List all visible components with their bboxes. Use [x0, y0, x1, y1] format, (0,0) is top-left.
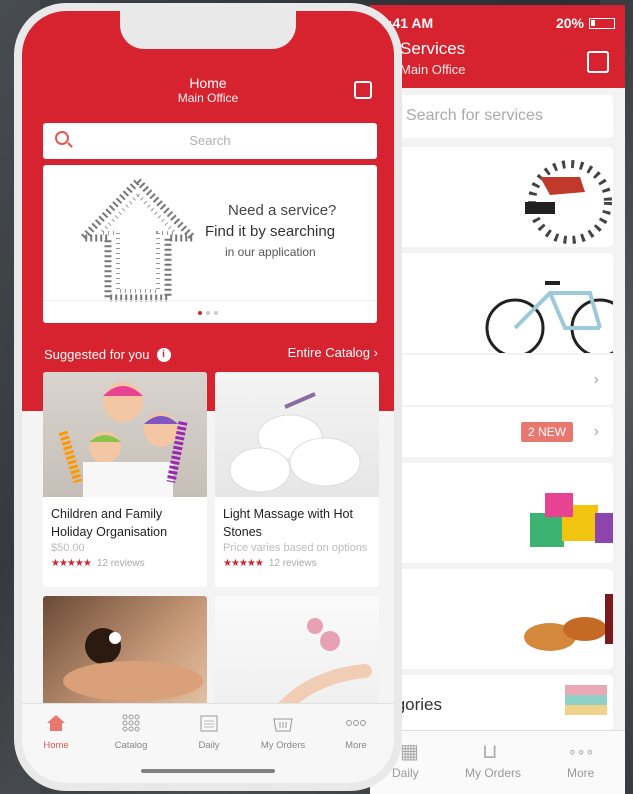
back-subtitle: Main Office [400, 62, 466, 77]
stars-icon: ★★★★★ [51, 558, 92, 569]
more-icon [326, 714, 386, 734]
category-row-1[interactable]: › [390, 355, 613, 405]
review-count: 12 reviews [268, 558, 317, 569]
front-phone: Home Main Office Search Need a service? … [14, 3, 402, 791]
contacts-icon[interactable] [354, 81, 372, 99]
contacts-icon[interactable] [587, 51, 609, 73]
page-subtitle[interactable]: Main Office [22, 91, 394, 105]
service-card[interactable]: Light Massage with Hot Stones Price vari… [215, 372, 379, 587]
front-screen: Home Main Office Search Need a service? … [22, 11, 394, 783]
chevron-right-icon: › [593, 423, 599, 440]
stars-icon: ★★★★★ [223, 558, 264, 569]
category-card-beauty[interactable] [390, 147, 613, 247]
banner-line3: in our application [225, 245, 316, 259]
back-tab-daily[interactable]: Daily [392, 766, 419, 780]
category-card-gifts[interactable] [390, 463, 615, 563]
manicure-image [215, 596, 379, 711]
page-title: Home [189, 75, 227, 91]
suggested-label: Suggested for you [44, 347, 150, 362]
bicycle-image [485, 281, 625, 358]
back-tab-more[interactable]: More [567, 766, 594, 780]
tab-bar: Home Catalog Daily My Orders More [22, 703, 394, 783]
service-card[interactable] [43, 596, 207, 711]
tab-label: Home [43, 740, 69, 751]
card-price: $50.00 [51, 542, 85, 554]
phone-notch [120, 11, 296, 49]
more-icon: ∘∘∘ [568, 743, 595, 759]
battery-percent: 20% [555, 15, 584, 31]
banner-line1: Need a service? [228, 202, 337, 219]
battery-icon [589, 17, 615, 29]
towels-image [215, 372, 379, 497]
back-header: 9:41 AM 20% Services Main Office [370, 5, 625, 88]
hairdryer-image [525, 160, 612, 244]
card-title: Children and Family Holiday Organisation [51, 507, 168, 539]
grid-icon [101, 714, 161, 734]
service-card[interactable] [215, 596, 379, 711]
service-card[interactable]: Children and Family Holiday Organisation… [43, 372, 207, 587]
calendar-icon: ▦ [400, 741, 419, 763]
tab-catalog[interactable]: Catalog [101, 714, 161, 751]
info-icon[interactable]: i [156, 347, 171, 362]
tab-label: More [345, 740, 367, 751]
tab-label: My Orders [260, 740, 306, 751]
tab-my-orders[interactable]: My Orders [253, 714, 313, 751]
categories-label: Categories [402, 695, 442, 714]
card-title: Light Massage with Hot Stones [223, 507, 353, 539]
carousel-dots[interactable] [198, 311, 218, 315]
tab-home[interactable]: Home [26, 714, 86, 751]
tab-label: Daily [198, 740, 220, 751]
crowd-arrow-image [74, 175, 202, 302]
food-image [524, 594, 615, 651]
tab-daily[interactable]: Daily [179, 714, 239, 751]
card-price: Price varies based on options [223, 542, 368, 554]
back-title: Services [400, 39, 466, 58]
entire-catalog-label: Entire Catalog [287, 345, 371, 360]
gifts-image [530, 493, 615, 547]
search-input[interactable]: Search [43, 123, 377, 159]
category-row-2[interactable]: 2 NEW › [390, 407, 613, 457]
search-placeholder: Search [189, 133, 231, 148]
entire-catalog-link[interactable]: Entire Catalog › [288, 345, 378, 360]
review-count: 12 reviews [96, 558, 145, 569]
battery-indicator: 20% [556, 15, 615, 31]
rating: ★★★★★ 12 reviews [43, 556, 207, 569]
category-card-sports[interactable] [390, 253, 625, 358]
chevron-right-icon: › [593, 371, 599, 388]
rating: ★★★★★ 12 reviews [215, 556, 379, 569]
basket-icon: ⊔ [482, 741, 498, 763]
spa-massage-image [43, 596, 207, 711]
tab-label: Catalog [114, 740, 148, 751]
back-search-input[interactable]: Search for services [390, 95, 613, 138]
back-tab-bar: ▦ Daily ⊔ My Orders ∘∘∘ More [370, 730, 625, 794]
family-image [43, 372, 207, 497]
new-badge: 2 NEW [520, 422, 573, 442]
back-phone-screen: 9:41 AM 20% Services Main Office Search … [370, 5, 625, 794]
suggested-heading: Suggested for you i [44, 347, 171, 362]
basket-icon [253, 714, 313, 734]
home-indicator [141, 769, 275, 773]
category-card-food[interactable] [390, 569, 615, 669]
chevron-right-icon: › [373, 345, 378, 360]
calendar-icon [179, 714, 239, 734]
tab-more[interactable]: More [326, 714, 386, 751]
promo-banner[interactable]: Need a service? Find it by searching in … [43, 165, 377, 323]
back-tab-orders[interactable]: My Orders [465, 766, 521, 780]
banner-line2: Find it by searching [205, 223, 336, 240]
home-icon [26, 714, 86, 734]
category-card-clothes[interactable]: Categories [390, 675, 613, 731]
